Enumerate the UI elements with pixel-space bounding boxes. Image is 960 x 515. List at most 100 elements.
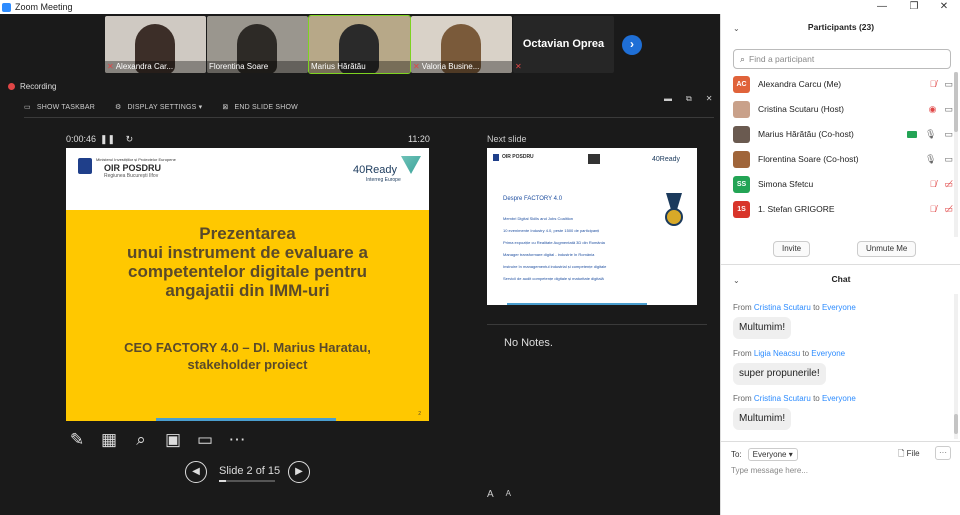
slide-counter: Slide 2 of 15	[219, 465, 281, 477]
invite-button[interactable]: Invite	[773, 241, 811, 257]
participant-list: AC Alexandra Carcu (Me) 🎙̸ ▭ Cristina Scu…	[721, 72, 953, 242]
presenter-minimize-icon[interactable]: ▬	[664, 94, 672, 104]
pointer-screen-icon[interactable]: ▣	[162, 429, 184, 451]
next-slide-preview[interactable]: OIR POSDRU 40Ready Despre FACTORY 4.0 Me…	[487, 148, 697, 305]
pen-icon[interactable]: ✎	[66, 429, 88, 451]
end-slide-show-button[interactable]: ⊠ END SLIDE SHOW	[222, 103, 298, 111]
camera-icon[interactable]: ▭	[944, 104, 953, 115]
chat-message-input[interactable]: Type message here...	[731, 466, 808, 475]
video-tile-octavian[interactable]: Octavian Oprea ✕	[513, 16, 614, 73]
from-label: From	[733, 349, 752, 358]
to-label: To:	[731, 450, 742, 459]
show-taskbar-button[interactable]: ▭ SHOW TASKBAR	[24, 103, 95, 111]
participant-row[interactable]: Cristina Scutaru (Host) ◉ ▭	[733, 97, 953, 121]
maximize-button[interactable]: ❐	[899, 0, 929, 14]
tile-name: Florentina Soare	[207, 61, 308, 73]
display-settings-button[interactable]: ⚙ DISPLAY SETTINGS ▾	[115, 103, 202, 111]
recipient-name[interactable]: Everyone	[822, 394, 856, 403]
next-slide-button[interactable]: ▶	[288, 461, 310, 483]
slide-page-number: 2	[418, 411, 421, 417]
camera-icon[interactable]: ▭	[944, 129, 953, 140]
file-button[interactable]: 🗋 File	[898, 448, 920, 462]
tile-name-text: Florentina Soare	[209, 62, 269, 71]
chat-scrollbar[interactable]	[954, 294, 958, 439]
scrollbar-thumb[interactable]	[954, 414, 958, 434]
meeting-area: ✕ Alexandra Car... Florentina Soare Mariu…	[0, 14, 720, 515]
participant-search-input[interactable]: ⌕ Find a participant	[733, 49, 951, 69]
mic-muted-icon[interactable]: 🎙̸	[930, 179, 937, 189]
title-bar: Zoom Meeting — ❐ ✕	[0, 0, 960, 14]
camera-icon[interactable]: ▭	[944, 154, 953, 165]
slide-title-line-1: Prezentarea	[199, 224, 296, 243]
from-label: From	[733, 394, 752, 403]
mic-icon[interactable]: 🎙	[925, 154, 936, 165]
speaker-notes[interactable]: No Notes.	[504, 337, 553, 349]
participant-row[interactable]: SS Simona Sfetcu 🎙̸ ▭̸	[733, 172, 953, 196]
camera-icon[interactable]: ▭	[944, 79, 953, 90]
scrollbar-thumb[interactable]	[954, 72, 958, 132]
next-slide-line: Prima expoziție cu Realitate Augmentată …	[503, 240, 605, 245]
video-tile-alexandra[interactable]: ✕ Alexandra Car...	[105, 16, 206, 73]
presenter-close-icon[interactable]: ✕	[706, 94, 713, 104]
subtitles-icon[interactable]: ▭	[194, 429, 216, 451]
chat-message: super propunerile!	[733, 363, 826, 385]
pause-icon[interactable]: ❚❚	[100, 134, 115, 144]
participant-row[interactable]: Marius Hărătău (Co-host) 🎙 ▭	[733, 122, 953, 146]
presenter-window-controls: ▬ ⧉ ✕	[664, 94, 712, 104]
display-settings-label: DISPLAY SETTINGS ▾	[127, 104, 203, 111]
chat-header: Chat	[831, 274, 851, 284]
video-tile-marius[interactable]: Marius Hărătău	[308, 15, 411, 74]
recipient-dropdown[interactable]: Everyone ▾	[747, 448, 798, 461]
more-chat-options-button[interactable]: ···	[935, 446, 951, 460]
recipient-name[interactable]: Everyone	[811, 349, 845, 358]
see-all-slides-icon[interactable]: ▦	[98, 429, 120, 451]
more-options-icon[interactable]: ⋯	[226, 429, 248, 451]
message-meta: From Cristina Scutaru to Everyone	[733, 394, 856, 403]
increase-font-icon[interactable]: A	[487, 489, 494, 500]
file-icon: 🗋	[898, 449, 905, 458]
camera-off-icon[interactable]: ▭̸	[944, 204, 953, 215]
next-slide-line: Membri Digital Skills and Jobs Coalition	[503, 216, 574, 221]
presenter-restore-icon[interactable]: ⧉	[686, 94, 692, 104]
participant-row[interactable]: AC Alexandra Carcu (Me) 🎙̸ ▭	[733, 72, 953, 96]
previous-slide-button[interactable]: ◀	[185, 461, 207, 483]
chat-message: Multumim!	[733, 408, 792, 430]
avatar: AC	[733, 75, 750, 93]
mic-muted-icon[interactable]: 🎙̸	[930, 204, 937, 214]
next-slide-title: Despre FACTORY 4.0	[503, 196, 563, 202]
recording-icon: ◉	[928, 103, 937, 114]
participant-name: Florentina Soare (Co-host)	[758, 154, 859, 164]
close-button[interactable]: ✕	[929, 0, 959, 14]
reset-timer-icon[interactable]: ↻	[126, 134, 134, 144]
oir-posdru-logo-text: OIR POSDRU	[104, 163, 162, 173]
zoom-app-icon	[2, 2, 11, 12]
presenter-tools: ✎ ▦ ⌕ ▣ ▭ ⋯	[66, 429, 248, 451]
participants-scrollbar[interactable]	[954, 72, 958, 237]
next-page-arrow-icon[interactable]: ›	[622, 35, 642, 55]
mic-muted-icon: ✕	[107, 62, 114, 71]
mic-icon[interactable]: 🎙	[925, 129, 936, 140]
slide-progress-fill	[219, 480, 227, 482]
next-slide-line: Servicii de audit competențe digitale și…	[503, 276, 604, 281]
participant-name: Marius Hărătău (Co-host)	[758, 129, 854, 139]
decrease-font-icon[interactable]: A	[506, 489, 511, 500]
video-tile-florentina[interactable]: Florentina Soare	[207, 16, 308, 73]
mic-muted-icon[interactable]: 🎙̸	[930, 79, 937, 89]
minimize-button[interactable]: —	[867, 0, 897, 14]
sender-name[interactable]: Ligia Neacsu	[754, 349, 800, 358]
video-tile-valoria[interactable]: ✕ Valoria Busine...	[411, 16, 512, 73]
camera-off-icon[interactable]: ▭̸	[944, 179, 953, 190]
participant-row[interactable]: Florentina Soare (Co-host) 🎙 ▭	[733, 147, 953, 171]
unmute-me-button[interactable]: Unmute Me	[857, 241, 917, 257]
slide-title-line-2: unui instrument de evaluare a	[127, 243, 368, 262]
participant-row[interactable]: 1S 1. Stefan GRIGORE 🎙̸ ▭̸	[733, 197, 953, 221]
end-show-label: END SLIDE SHOW	[234, 104, 298, 111]
recipient-name[interactable]: Everyone	[822, 303, 856, 312]
panel-divider	[721, 264, 960, 265]
sender-name[interactable]: Cristina Scutaru	[754, 303, 811, 312]
sender-name[interactable]: Cristina Scutaru	[754, 394, 811, 403]
zoom-magnifier-icon[interactable]: ⌕	[130, 429, 152, 451]
mic-muted-icon: ✕	[413, 62, 420, 71]
recipient-row: To: Everyone ▾	[731, 448, 798, 461]
current-slide[interactable]: Ministerul Investițiilor și Proiectelor …	[66, 148, 429, 421]
